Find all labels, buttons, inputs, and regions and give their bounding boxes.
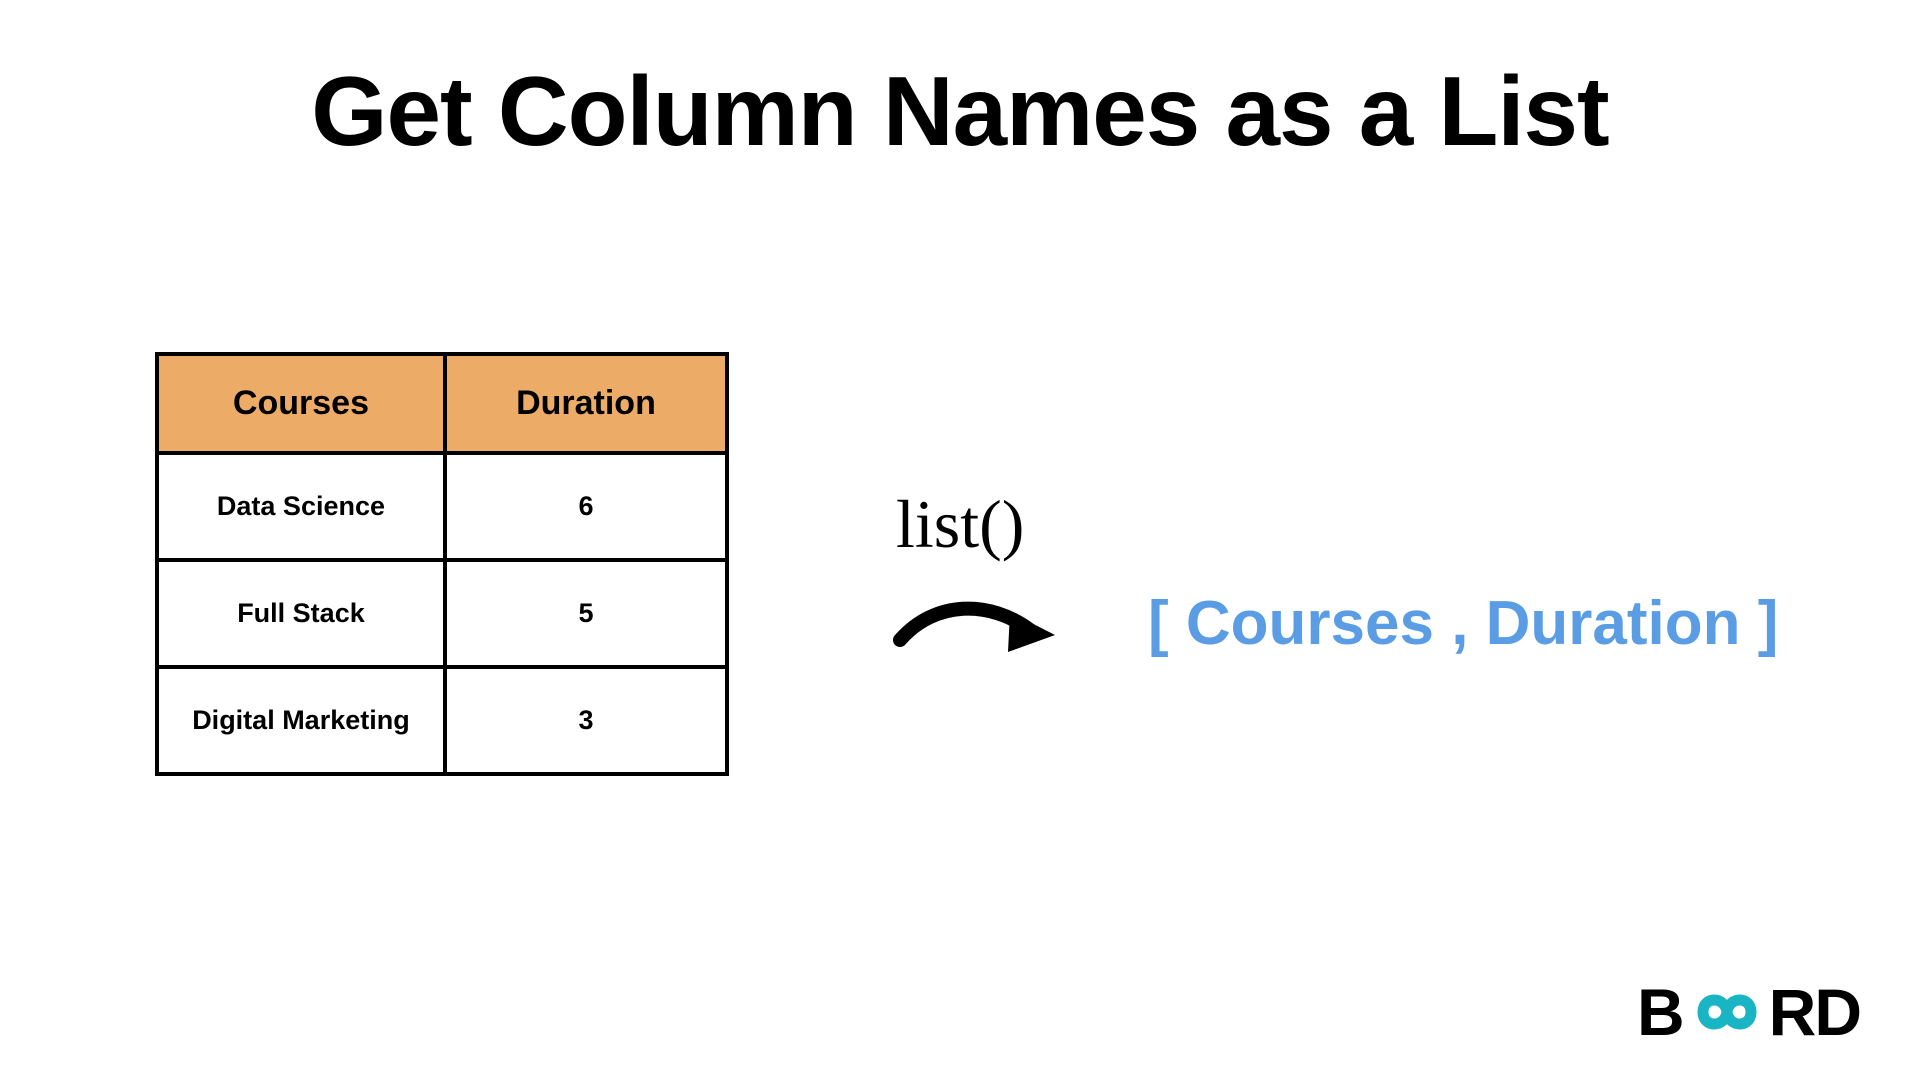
logo-text-right: RD	[1769, 974, 1860, 1050]
table-header-duration: Duration	[445, 354, 727, 453]
table-header-courses: Courses	[157, 354, 445, 453]
table-header-row: Courses Duration	[157, 354, 727, 453]
cell-course: Full Stack	[157, 560, 445, 667]
infinity-icon	[1679, 984, 1775, 1040]
arrow-icon	[890, 590, 1060, 660]
cell-duration: 5	[445, 560, 727, 667]
table-row: Digital Marketing 3	[157, 667, 727, 774]
cell-duration: 3	[445, 667, 727, 774]
function-label: list()	[896, 485, 1024, 564]
brand-logo: B RD	[1637, 974, 1860, 1050]
table-row: Data Science 6	[157, 453, 727, 560]
logo-text-left: B	[1637, 974, 1683, 1050]
result-list-text: [ Courses , Duration ]	[1148, 588, 1778, 659]
cell-duration: 6	[445, 453, 727, 560]
page-title: Get Column Names as a List	[0, 55, 1920, 168]
table-row: Full Stack 5	[157, 560, 727, 667]
courses-table: Courses Duration Data Science 6 Full Sta…	[155, 352, 729, 776]
cell-course: Data Science	[157, 453, 445, 560]
cell-course: Digital Marketing	[157, 667, 445, 774]
